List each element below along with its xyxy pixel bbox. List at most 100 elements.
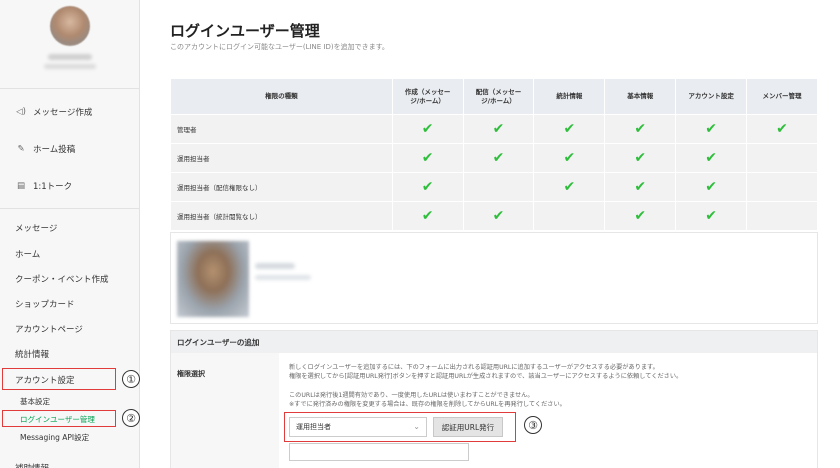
sidebar-sub-messaging-api[interactable]: Messaging API設定 xyxy=(0,429,140,445)
annotation-box-2 xyxy=(2,410,116,427)
sidebar-menu-shopcard[interactable]: ショップカード xyxy=(0,294,140,314)
chat-icon: ▤ xyxy=(16,181,26,191)
checkmark-icon: ✔ xyxy=(421,121,434,137)
permission-cell xyxy=(462,172,535,202)
checkmark-icon: ✔ xyxy=(705,150,717,166)
checkmark-icon: ✔ xyxy=(421,179,434,195)
table-header-row: 権限の種類 作成（メッセー ジ/ホーム） 配信（メッセー ジ/ホーム） 統計情報… xyxy=(170,78,818,115)
checkmark-icon: ✔ xyxy=(492,208,505,224)
permission-cell: ✔ xyxy=(675,114,748,144)
edit-icon: ✎ xyxy=(17,144,25,154)
checkmark-icon: ✔ xyxy=(421,208,434,224)
permission-cell xyxy=(746,172,818,202)
sidebar-menu-cutoff[interactable]: 補助情報 xyxy=(0,458,140,468)
page-subtitle: このアカウントにログイン可能なユーザー(LINE ID)を追加できます。 xyxy=(170,43,389,51)
sidebar-item-home-post[interactable]: ✎ ホーム投稿 xyxy=(0,137,140,161)
checkmark-icon: ✔ xyxy=(492,150,505,166)
auth-url-field[interactable] xyxy=(289,443,469,461)
annotation-number-3: ③ xyxy=(524,416,542,434)
table-row: 運用担当者（配信権限なし） ✔ ✔ ✔ ✔ xyxy=(170,172,818,202)
user-name-blurred xyxy=(255,263,295,269)
permission-cell: ✔ xyxy=(462,143,535,173)
table-row: 管理者 ✔ ✔ ✔ ✔ ✔ ✔ xyxy=(170,114,818,144)
permission-cell: ✔ xyxy=(391,201,464,231)
main-content: ログインユーザー管理 このアカウントにログイン可能なユーザー(LINE ID)を… xyxy=(140,0,840,468)
permission-cell: ✔ xyxy=(675,201,748,231)
annotation-number-1: ① xyxy=(122,370,140,388)
account-id-blurred xyxy=(44,64,96,69)
checkmark-icon: ✔ xyxy=(705,121,717,137)
sidebar-item-label: 1:1トーク xyxy=(33,182,73,192)
row-label: 管理者 xyxy=(170,114,393,144)
sidebar-menu-stats[interactable]: 統計情報 xyxy=(0,344,140,364)
permission-cell: ✔ xyxy=(675,143,748,173)
permission-cell: ✔ xyxy=(391,172,464,202)
user-role-blurred xyxy=(255,275,311,280)
col-header-permission-type: 権限の種類 xyxy=(170,78,393,115)
permission-cell: ✔ xyxy=(391,143,464,173)
permission-cell: ✔ xyxy=(462,114,535,144)
row-label: 運用担当者 xyxy=(170,143,393,173)
account-name-blurred xyxy=(48,54,92,60)
checkmark-icon: ✔ xyxy=(705,208,717,224)
permission-cell xyxy=(746,201,818,231)
checkmark-icon: ✔ xyxy=(776,121,788,137)
sidebar-item-label: メッセージ作成 xyxy=(33,108,93,118)
checkmark-icon: ✔ xyxy=(563,150,576,166)
checkmark-icon: ✔ xyxy=(634,121,647,137)
checkmark-icon: ✔ xyxy=(705,179,717,195)
sidebar-item-label: ホーム投稿 xyxy=(33,145,76,155)
sidebar-menu-coupon[interactable]: クーポン・イベント作成 xyxy=(0,269,140,289)
permission-cell: ✔ xyxy=(675,172,748,202)
instruction-line: このURLは発行後1週間有効であり、一度使用したURLは使いまわすことができませ… xyxy=(289,391,534,399)
col-header-basic-info: 基本情報 xyxy=(604,78,677,115)
user-photo-blurred xyxy=(177,241,249,317)
permission-cell: ✔ xyxy=(604,114,677,144)
row-label: 運用担当者（配信権限なし） xyxy=(170,172,393,202)
megaphone-icon: ◁) xyxy=(16,107,26,117)
permission-cell: ✔ xyxy=(604,143,677,173)
col-header-create: 作成（メッセー ジ/ホーム） xyxy=(391,78,464,115)
sidebar-sub-basic-settings[interactable]: 基本設定 xyxy=(0,393,140,409)
instruction-line: 権限を選択してから[認証用URL発行]ボタンを押すと認証用URLが生成されますの… xyxy=(289,373,683,381)
permission-cell: ✔ xyxy=(746,114,818,144)
row-label: 運用担当者（統計閲覧なし） xyxy=(170,201,393,231)
checkmark-icon: ✔ xyxy=(563,121,576,137)
sidebar-item-chat[interactable]: ▤ 1:1トーク xyxy=(0,174,140,198)
checkmark-icon: ✔ xyxy=(421,150,434,166)
sidebar-divider xyxy=(0,88,140,89)
annotation-box-1 xyxy=(2,368,116,390)
permission-cell xyxy=(533,201,606,231)
table-row: 運用担当者（統計閲覧なし） ✔ ✔ ✔ ✔ xyxy=(170,201,818,231)
checkmark-icon: ✔ xyxy=(634,208,647,224)
annotation-number-2: ② xyxy=(122,409,140,427)
checkmark-icon: ✔ xyxy=(634,150,647,166)
instruction-line xyxy=(289,382,809,391)
permission-cell: ✔ xyxy=(533,172,606,202)
page-title: ログインユーザー管理 xyxy=(170,22,320,40)
permission-cell: ✔ xyxy=(462,201,535,231)
permission-cell: ✔ xyxy=(604,172,677,202)
col-header-member-mgmt: メンバー管理 xyxy=(746,78,818,115)
instructions-text: 新しくログインユーザーを追加するには、下のフォームに出力される認証用URLに追加… xyxy=(289,363,809,409)
permission-cell: ✔ xyxy=(604,201,677,231)
permission-cell: ✔ xyxy=(533,114,606,144)
user-profile-card xyxy=(170,232,818,324)
permissions-table: 権限の種類 作成（メッセー ジ/ホーム） 配信（メッセー ジ/ホーム） 統計情報… xyxy=(170,78,818,231)
checkmark-icon: ✔ xyxy=(563,179,576,195)
sidebar-item-message-create[interactable]: ◁) メッセージ作成 xyxy=(0,100,140,124)
section-header: ログインユーザーの追加 xyxy=(171,331,817,353)
col-header-deliver: 配信（メッセー ジ/ホーム） xyxy=(462,78,535,115)
sidebar: ◁) メッセージ作成 ✎ ホーム投稿 ▤ 1:1トーク メッセージ ホーム クー… xyxy=(0,0,140,468)
sidebar-menu-account-page[interactable]: アカウントページ xyxy=(0,319,140,339)
sidebar-menu-home[interactable]: ホーム xyxy=(0,244,140,264)
permission-cell: ✔ xyxy=(533,143,606,173)
sidebar-menu-message[interactable]: メッセージ xyxy=(0,218,140,238)
permission-select-label: 権限選択 xyxy=(177,370,205,378)
col-header-stats: 統計情報 xyxy=(533,78,606,115)
account-avatar[interactable] xyxy=(50,6,90,46)
checkmark-icon: ✔ xyxy=(634,179,647,195)
permission-cell xyxy=(746,143,818,173)
instruction-line: 新しくログインユーザーを追加するには、下のフォームに出力される認証用URLに追加… xyxy=(289,364,659,371)
add-login-user-section: ログインユーザーの追加 権限選択 新しくログインユーザーを追加するには、下のフォ… xyxy=(170,330,818,468)
